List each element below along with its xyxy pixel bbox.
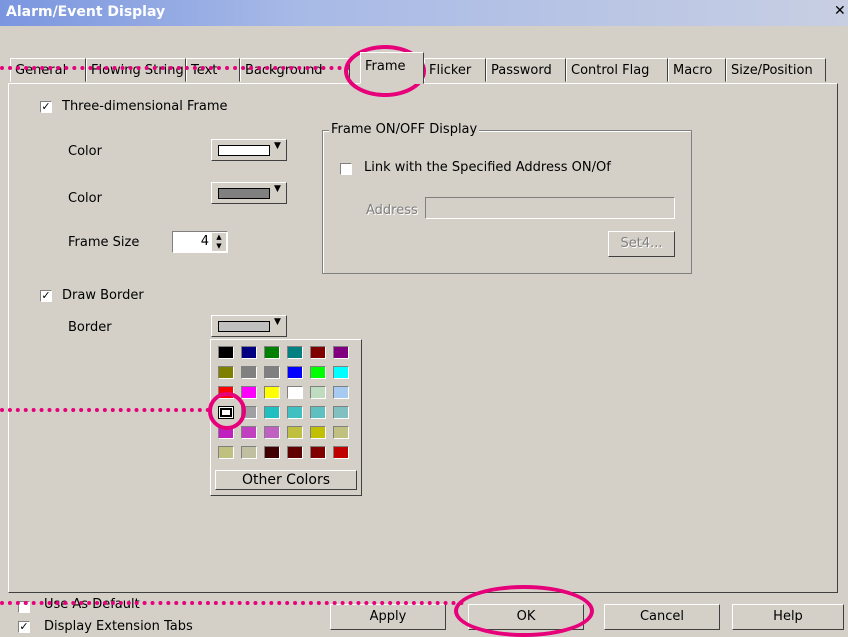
three-d-frame-label: Three-dimensional Frame — [62, 99, 228, 114]
highlight-circle — [454, 585, 594, 637]
tab-flicker[interactable]: Flicker — [424, 58, 486, 82]
palette-swatch[interactable] — [264, 346, 280, 359]
chevron-down-icon: ▼ — [274, 184, 281, 194]
frame-onoff-legend: Frame ON/OFF Display — [329, 122, 480, 137]
other-colors-button[interactable]: Other Colors — [215, 470, 357, 490]
palette-swatch[interactable] — [218, 346, 234, 359]
palette-swatch[interactable] — [333, 426, 349, 439]
tab-size-position[interactable]: Size/Position — [726, 58, 826, 82]
border-label: Border — [68, 320, 112, 335]
border-swatch — [218, 321, 270, 332]
color2-label: Color — [68, 191, 102, 206]
color1-picker[interactable]: ▼ — [211, 139, 287, 161]
frame-size-value: 4 — [200, 234, 209, 249]
three-d-frame-checkbox[interactable]: ✓ — [40, 101, 52, 113]
window-title: Alarm/Event Display — [6, 4, 166, 20]
chevron-down-icon: ▼ — [274, 317, 281, 327]
highlight-dotted-line — [0, 601, 464, 605]
address-input[interactable] — [425, 197, 675, 219]
palette-swatch[interactable] — [310, 346, 326, 359]
palette-swatch[interactable] — [333, 366, 349, 379]
palette-swatch[interactable] — [241, 426, 257, 439]
title-bar: Alarm/Event Display ✕ — [0, 0, 848, 26]
tab-flowing-string[interactable]: Flowing String — [86, 58, 186, 82]
frame-size-spinner[interactable]: 4 ▲ ▼ — [172, 231, 228, 253]
help-button[interactable]: Help — [732, 604, 844, 630]
palette-swatch[interactable] — [287, 446, 303, 459]
palette-swatch[interactable] — [333, 386, 349, 399]
tab-background[interactable]: Background — [240, 58, 350, 82]
palette-swatch[interactable] — [264, 406, 280, 419]
palette-swatch[interactable] — [264, 426, 280, 439]
palette-swatch[interactable] — [333, 346, 349, 359]
draw-border-label: Draw Border — [62, 288, 144, 303]
palette-swatch[interactable] — [241, 386, 257, 399]
highlight-dotted-line — [0, 66, 350, 70]
tab-password[interactable]: Password — [486, 58, 566, 82]
set-button[interactable]: Set4... — [608, 231, 675, 257]
spin-arrows-icon[interactable]: ▲ ▼ — [212, 233, 226, 251]
palette-swatch[interactable] — [287, 406, 303, 419]
link-address-checkbox[interactable] — [340, 163, 352, 175]
palette-swatch[interactable] — [287, 386, 303, 399]
apply-button[interactable]: Apply — [330, 604, 446, 630]
palette-swatch[interactable] — [218, 366, 234, 379]
palette-swatch[interactable] — [333, 446, 349, 459]
display-ext-tabs-checkbox[interactable]: ✓ — [18, 621, 30, 633]
palette-swatch[interactable] — [241, 346, 257, 359]
palette-swatch[interactable] — [310, 446, 326, 459]
tab-general[interactable]: General — [10, 58, 86, 82]
color2-swatch — [218, 188, 270, 199]
cancel-button[interactable]: Cancel — [604, 604, 720, 630]
border-color-picker[interactable]: ▼ — [211, 315, 287, 337]
palette-swatch[interactable] — [264, 386, 280, 399]
tab-frame[interactable]: Frame — [360, 52, 424, 84]
palette-swatch[interactable] — [287, 346, 303, 359]
tab-text[interactable]: Text — [186, 58, 240, 82]
frame-size-label: Frame Size — [68, 235, 140, 250]
address-label: Address — [366, 203, 418, 218]
palette-swatch[interactable] — [241, 366, 257, 379]
palette-swatch[interactable] — [264, 446, 280, 459]
palette-swatch[interactable] — [218, 446, 234, 459]
tab-control-flag[interactable]: Control Flag — [566, 58, 668, 82]
link-address-label: Link with the Specified Address ON/Of — [364, 160, 611, 175]
palette-swatch[interactable] — [287, 426, 303, 439]
palette-swatch[interactable] — [264, 366, 280, 379]
palette-swatch[interactable] — [287, 366, 303, 379]
palette-swatch[interactable] — [310, 366, 326, 379]
highlight-circle — [208, 392, 246, 430]
color2-picker[interactable]: ▼ — [211, 182, 287, 204]
tab-macro[interactable]: Macro — [668, 58, 726, 82]
palette-swatch[interactable] — [310, 406, 326, 419]
palette-swatch[interactable] — [241, 446, 257, 459]
palette-swatch[interactable] — [310, 426, 326, 439]
palette-swatch[interactable] — [310, 386, 326, 399]
draw-border-checkbox[interactable]: ✓ — [40, 290, 52, 302]
palette-swatch[interactable] — [333, 406, 349, 419]
color1-swatch — [218, 145, 270, 156]
highlight-dotted-line — [0, 408, 210, 412]
chevron-down-icon: ▼ — [274, 141, 281, 151]
color1-label: Color — [68, 144, 102, 159]
display-ext-tabs-label: Display Extension Tabs — [44, 619, 193, 634]
close-icon[interactable]: ✕ — [834, 3, 848, 23]
